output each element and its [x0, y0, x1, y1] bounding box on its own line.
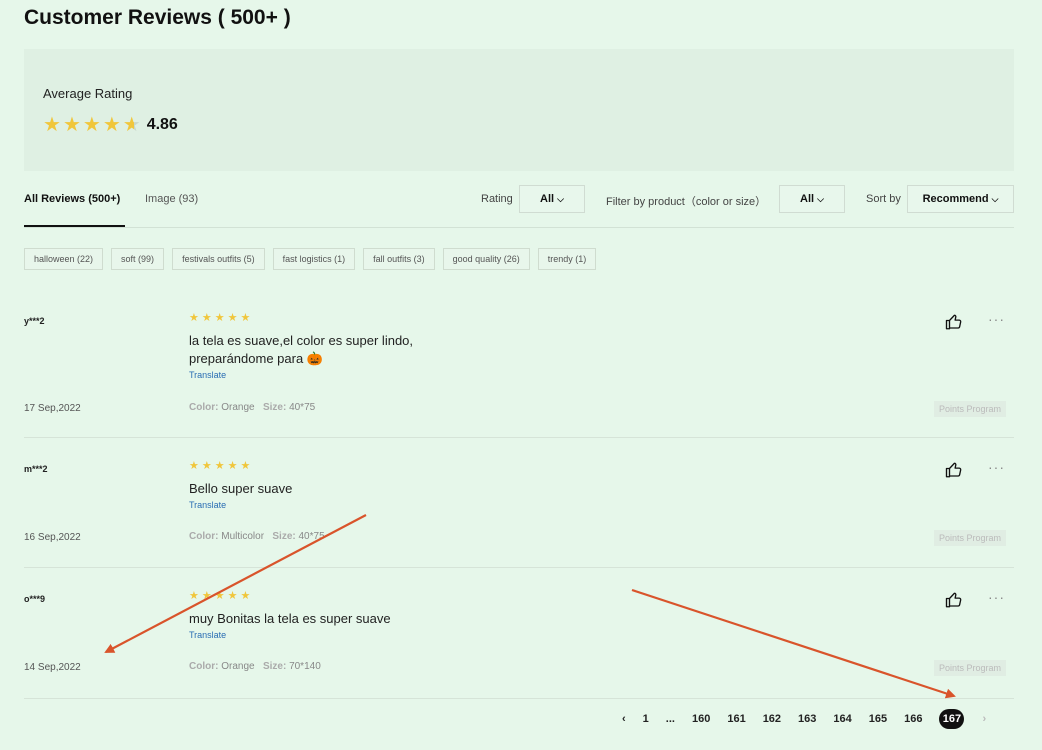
- tab-image[interactable]: Image (93): [145, 193, 198, 205]
- more-icon[interactable]: ···: [988, 459, 1005, 475]
- current-page[interactable]: 167: [939, 709, 965, 729]
- size-label: Size:: [262, 402, 287, 413]
- tag-chip[interactable]: good quality (26): [442, 248, 530, 270]
- page-link[interactable]: 160: [692, 713, 710, 725]
- more-icon[interactable]: ···: [988, 311, 1005, 327]
- color-label: Color:: [189, 531, 219, 542]
- product-filter-value: All: [800, 193, 815, 205]
- size-value: 40*75: [298, 531, 325, 542]
- points-program-badge: Points Program: [933, 660, 1006, 676]
- review-meta: Color: Orange Size: 70*140: [189, 661, 321, 672]
- tag-chip[interactable]: festivals outfits (5): [172, 248, 265, 270]
- thumbs-up-icon[interactable]: [945, 591, 963, 609]
- product-filter-select[interactable]: All ⌵: [779, 185, 845, 213]
- rating-filter-value: All: [540, 193, 555, 205]
- review-stars: ★★★★★: [189, 460, 254, 472]
- divider: [24, 227, 1014, 228]
- thumbs-up-icon[interactable]: [945, 461, 963, 479]
- review-meta: Color: Multicolor Size: 40*75: [189, 531, 325, 542]
- chevron-right-icon[interactable]: ›: [982, 713, 986, 725]
- review-stars: ★★★★★: [189, 590, 254, 602]
- review-username: y***2: [24, 316, 45, 326]
- review-username: o***9: [24, 594, 46, 604]
- average-rating-stars: ★ ★ ★ ★ ★ 4.86: [43, 115, 178, 135]
- review-text: Bello super suave: [189, 481, 293, 496]
- page-link[interactable]: 164: [833, 713, 851, 725]
- divider: [24, 567, 1014, 568]
- tag-chip[interactable]: fast logistics (1): [272, 248, 356, 270]
- page-ellipsis: ...: [665, 713, 675, 725]
- tab-all-reviews[interactable]: All Reviews (500+): [24, 193, 120, 205]
- page-link[interactable]: 163: [798, 713, 816, 725]
- review-tags: halloween (22) soft (99) festivals outfi…: [24, 248, 604, 270]
- color-value: Orange: [221, 402, 255, 413]
- product-filter-label: Filter by product（color or size）: [606, 196, 767, 208]
- size-label: Size:: [272, 531, 296, 542]
- tag-chip[interactable]: halloween (22): [24, 248, 104, 270]
- page-link[interactable]: 165: [869, 713, 887, 725]
- color-label: Color:: [189, 661, 219, 672]
- star-icon: ★: [43, 114, 61, 136]
- color-value: Orange: [221, 661, 255, 672]
- points-program-badge: Points Program: [933, 530, 1006, 546]
- divider: [24, 698, 1014, 699]
- translate-link[interactable]: Translate: [189, 370, 226, 380]
- more-icon[interactable]: ···: [988, 589, 1005, 605]
- size-value: 40*75: [289, 402, 316, 413]
- translate-link[interactable]: Translate: [189, 630, 226, 640]
- annotation-arrow: [631, 588, 956, 699]
- translate-link[interactable]: Translate: [189, 500, 226, 510]
- page-link[interactable]: 161: [727, 713, 745, 725]
- page-link[interactable]: 162: [763, 713, 781, 725]
- star-icon: ★: [82, 114, 101, 136]
- pagination: ‹ 1 ... 160 161 162 163 164 165 166 167 …: [622, 709, 1003, 729]
- review-text: la tela es suave,el color es super lindo…: [189, 333, 414, 366]
- sort-label: Sort by: [866, 193, 901, 205]
- sort-value: Recommend: [922, 193, 989, 205]
- divider: [24, 437, 1014, 438]
- size-label: Size:: [262, 661, 287, 672]
- points-program-badge: Points Program: [933, 401, 1006, 417]
- chevron-down-icon: ⌵: [817, 193, 824, 204]
- chevron-down-icon: ⌵: [557, 193, 564, 204]
- color-label: Color:: [189, 402, 219, 413]
- tag-chip[interactable]: fall outfits (3): [363, 248, 435, 270]
- star-icon: ★: [122, 114, 141, 136]
- rating-filter-select[interactable]: All ⌵: [519, 185, 585, 213]
- review-meta: Color: Orange Size: 40*75: [189, 402, 315, 413]
- tag-chip[interactable]: soft (99): [111, 248, 165, 270]
- review-date: 17 Sep,2022: [24, 403, 81, 414]
- chevron-down-icon: ⌵: [991, 193, 999, 204]
- average-rating-panel: Average Rating ★ ★ ★ ★ ★ 4.86: [24, 49, 1014, 171]
- size-value: 70*140: [289, 661, 321, 672]
- star-icon: ★: [102, 114, 121, 136]
- page-title: Customer Reviews ( 500+ ): [24, 6, 291, 29]
- rating-filter-label: Rating: [481, 193, 513, 205]
- star-icon: ★: [62, 114, 81, 136]
- tag-chip[interactable]: trendy (1): [537, 248, 597, 270]
- review-date: 14 Sep,2022: [24, 662, 81, 673]
- page-link[interactable]: 1: [643, 713, 649, 725]
- thumbs-up-icon[interactable]: [945, 313, 963, 331]
- review-stars: ★★★★★: [189, 312, 254, 324]
- sort-select[interactable]: Recommend ⌵: [907, 185, 1014, 213]
- page-link[interactable]: 166: [904, 713, 922, 725]
- average-rating-label: Average Rating: [43, 86, 133, 101]
- review-username: m***2: [24, 464, 48, 474]
- color-value: Multicolor: [221, 531, 265, 542]
- chevron-left-icon[interactable]: ‹: [622, 713, 626, 725]
- average-rating-value: 4.86: [146, 116, 178, 133]
- review-text: muy Bonitas la tela es super suave: [189, 611, 391, 626]
- review-date: 16 Sep,2022: [24, 532, 81, 543]
